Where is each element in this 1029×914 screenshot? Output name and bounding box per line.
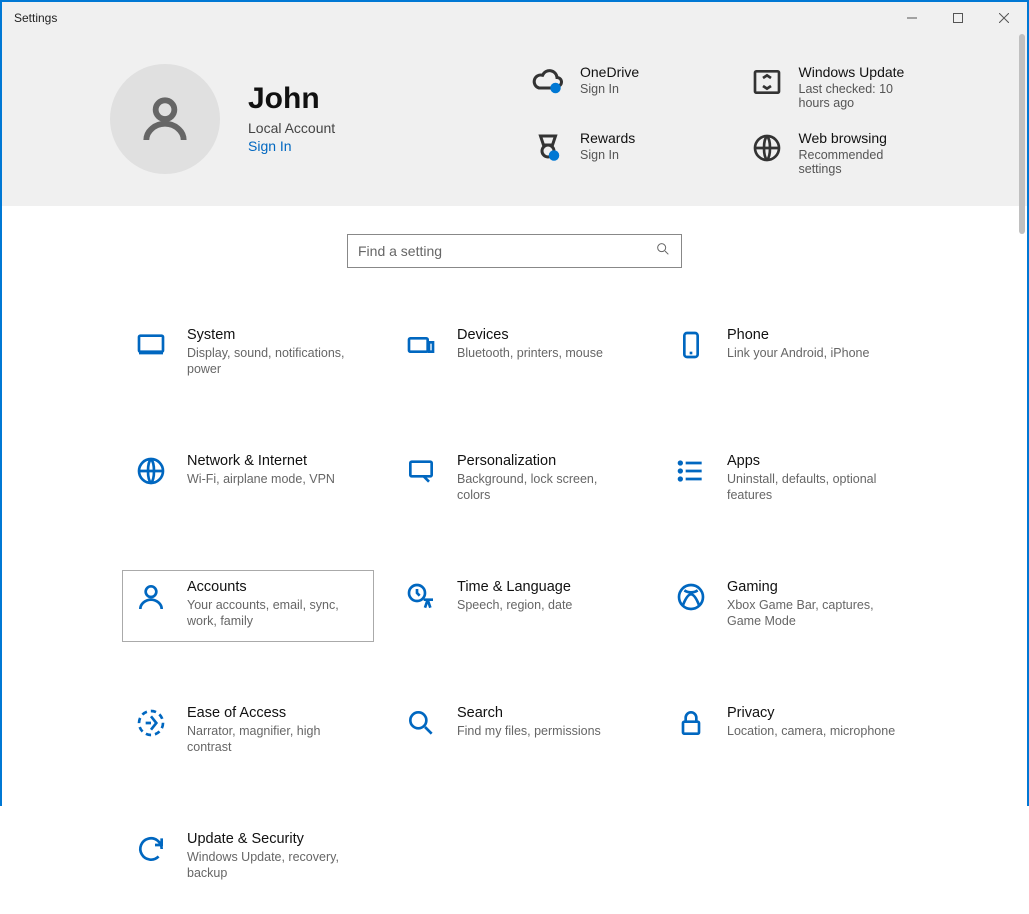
cat-sub: Speech, region, date [457, 597, 572, 613]
tile-onedrive[interactable]: OneDrive Sign In [530, 64, 709, 110]
cat-title: Time & Language [457, 579, 572, 595]
cat-sub: Your accounts, email, sync, work, family [187, 597, 357, 630]
cat-gaming[interactable]: Gaming Xbox Game Bar, captures, Game Mod… [662, 570, 914, 642]
lock-icon [673, 705, 709, 741]
cloud-icon [530, 64, 566, 100]
tile-windows-update[interactable]: Windows Update Last checked: 10 hours ag… [749, 64, 928, 110]
time-language-icon [403, 579, 439, 615]
refresh-icon [133, 831, 169, 867]
person-icon [137, 91, 193, 147]
cat-sub: Narrator, magnifier, high contrast [187, 723, 357, 756]
cat-sub: Find my files, permissions [457, 723, 601, 739]
cat-sub: Windows Update, recovery, backup [187, 849, 357, 882]
person-icon [133, 579, 169, 615]
avatar [110, 64, 220, 174]
user-info: John Local Account Sign In [248, 82, 335, 156]
cat-title: Devices [457, 327, 603, 343]
cat-sub: Xbox Game Bar, captures, Game Mode [727, 597, 897, 630]
scrollbar-thumb[interactable] [1019, 34, 1025, 234]
titlebar: Settings [2, 2, 1027, 34]
cat-sub: Bluetooth, printers, mouse [457, 345, 603, 361]
cat-sub: Display, sound, notifications, power [187, 345, 357, 378]
globe-icon [133, 453, 169, 489]
cat-title: Gaming [727, 579, 897, 595]
user-block: John Local Account Sign In [110, 64, 490, 174]
search-box[interactable] [347, 234, 682, 268]
monitor-icon [133, 327, 169, 363]
sync-icon [749, 64, 785, 100]
minimize-icon [907, 13, 917, 23]
content: System Display, sound, notifications, po… [2, 206, 1027, 914]
tile-title: OneDrive [580, 64, 639, 80]
search-wrap [2, 206, 1027, 278]
tile-sub: Sign In [580, 82, 639, 96]
globe-icon [749, 130, 785, 166]
vertical-scrollbar[interactable] [1019, 34, 1025, 802]
tile-rewards[interactable]: Rewards Sign In [530, 130, 709, 176]
cat-apps[interactable]: Apps Uninstall, defaults, optional featu… [662, 444, 914, 516]
cat-title: Privacy [727, 705, 895, 721]
cat-update[interactable]: Update & Security Windows Update, recove… [122, 822, 374, 894]
close-icon [999, 13, 1009, 23]
cat-devices[interactable]: Devices Bluetooth, printers, mouse [392, 318, 644, 390]
tile-sub: Sign In [580, 148, 635, 162]
list-icon [673, 453, 709, 489]
keyboard-icon [403, 327, 439, 363]
cat-network[interactable]: Network & Internet Wi-Fi, airplane mode,… [122, 444, 374, 516]
cat-personalization[interactable]: Personalization Background, lock screen,… [392, 444, 644, 516]
tile-title: Windows Update [799, 64, 928, 80]
accessibility-icon [133, 705, 169, 741]
cat-title: Search [457, 705, 601, 721]
xbox-icon [673, 579, 709, 615]
cat-title: Accounts [187, 579, 357, 595]
user-header: John Local Account Sign In OneDrive Sign… [2, 34, 1027, 206]
cat-phone[interactable]: Phone Link your Android, iPhone [662, 318, 914, 390]
cat-title: Update & Security [187, 831, 357, 847]
account-type: Local Account [248, 120, 335, 136]
tile-sub: Recommended settings [799, 148, 928, 176]
close-button[interactable] [981, 2, 1027, 34]
maximize-button[interactable] [935, 2, 981, 34]
maximize-icon [953, 13, 963, 23]
cat-sub: Wi-Fi, airplane mode, VPN [187, 471, 335, 487]
cat-title: Personalization [457, 453, 627, 469]
cat-title: Ease of Access [187, 705, 357, 721]
cat-privacy[interactable]: Privacy Location, camera, microphone [662, 696, 914, 768]
cat-title: Phone [727, 327, 869, 343]
search-icon [655, 241, 671, 262]
tile-web-browsing[interactable]: Web browsing Recommended settings [749, 130, 928, 176]
tile-sub: Last checked: 10 hours ago [799, 82, 928, 110]
cat-sub: Uninstall, defaults, optional features [727, 471, 897, 504]
cat-time[interactable]: Time & Language Speech, region, date [392, 570, 644, 642]
tile-title: Web browsing [799, 130, 928, 146]
search-icon [403, 705, 439, 741]
search-input[interactable] [358, 243, 655, 259]
header-tiles: OneDrive Sign In Windows Update Last che… [530, 64, 927, 176]
user-name: John [248, 82, 335, 116]
cat-title: System [187, 327, 357, 343]
cat-title: Apps [727, 453, 897, 469]
minimize-button[interactable] [889, 2, 935, 34]
cat-title: Network & Internet [187, 453, 335, 469]
tile-title: Rewards [580, 130, 635, 146]
categories-grid: System Display, sound, notifications, po… [2, 278, 1027, 914]
cat-sub: Background, lock screen, colors [457, 471, 627, 504]
phone-icon [673, 327, 709, 363]
medal-icon [530, 130, 566, 166]
signin-link[interactable]: Sign In [248, 138, 292, 154]
cat-sub: Location, camera, microphone [727, 723, 895, 739]
window-controls [889, 2, 1027, 34]
window-title: Settings [14, 11, 57, 25]
cat-sub: Link your Android, iPhone [727, 345, 869, 361]
cat-ease[interactable]: Ease of Access Narrator, magnifier, high… [122, 696, 374, 768]
cat-accounts[interactable]: Accounts Your accounts, email, sync, wor… [122, 570, 374, 642]
brush-icon [403, 453, 439, 489]
cat-system[interactable]: System Display, sound, notifications, po… [122, 318, 374, 390]
cat-search[interactable]: Search Find my files, permissions [392, 696, 644, 768]
